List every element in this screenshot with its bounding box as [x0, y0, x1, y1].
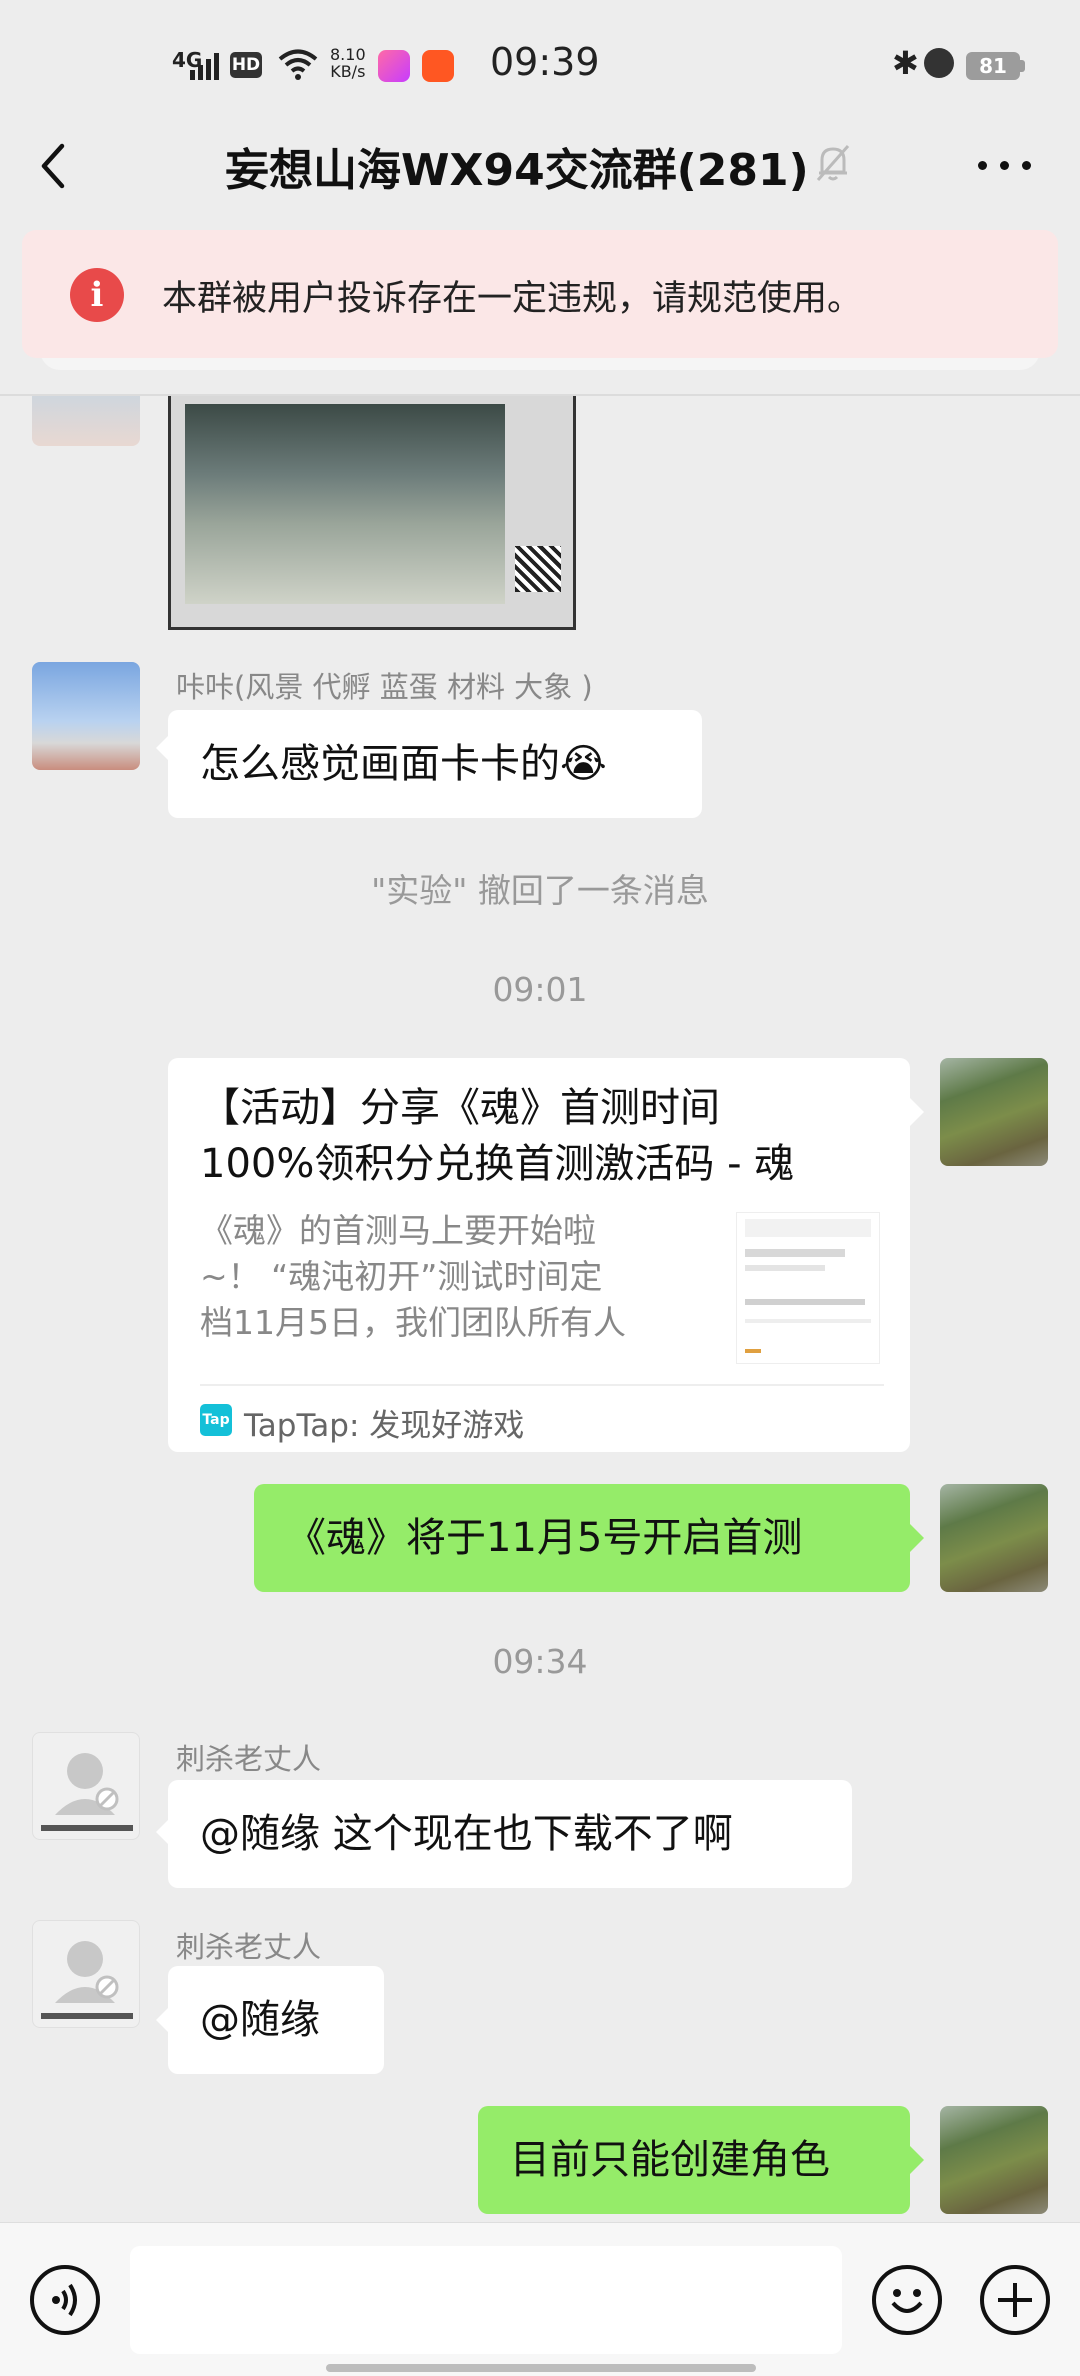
avatar[interactable]	[32, 1920, 140, 2028]
message-bubble[interactable]: @随缘	[168, 1966, 384, 2074]
sender-name: 咔咔(风景 代孵 蓝蛋 材料 大象 )	[176, 670, 593, 704]
battery-tip	[1020, 60, 1025, 72]
home-indicator[interactable]	[326, 2364, 756, 2372]
timestamp: 09:01	[492, 970, 588, 1009]
emoji-icon	[891, 2289, 923, 2313]
voice-icon	[52, 2283, 77, 2317]
app-notification-icon	[378, 50, 410, 82]
battery-icon: 81	[966, 52, 1020, 80]
default-avatar-icon	[41, 1941, 133, 2019]
network-speed: 8.10 KB/s	[330, 45, 366, 81]
avatar[interactable]	[940, 2106, 1048, 2214]
message-bubble[interactable]: 目前只能创建角色	[478, 2106, 910, 2214]
message-text: @随缘 这个现在也下载不了啊	[200, 1811, 733, 1857]
hd-badge: HD	[230, 52, 262, 78]
voice-input-button[interactable]	[30, 2265, 100, 2335]
message-text: 《魂》将于11月5号开启首测	[286, 1515, 803, 1561]
bluetooth-icon: ✱	[892, 44, 919, 82]
plus-icon	[998, 2283, 1032, 2317]
status-bar: 4G HD 8.10 KB/s 09:39 ✱ 81	[0, 0, 1080, 130]
qr-code-icon	[515, 546, 561, 592]
bubble-tail	[910, 1098, 924, 1126]
card-thumbnail	[736, 1212, 880, 1364]
default-avatar-icon	[41, 1753, 133, 1831]
status-time: 09:39	[490, 40, 600, 84]
emoji-button[interactable]	[872, 2265, 942, 2335]
image-scene	[185, 404, 505, 604]
bubble-tail	[910, 1524, 924, 1552]
card-description: 《魂》的首测马上要开始啦 ~！ “魂沌初开”测试时间定 档11月5日，我们团队所…	[200, 1211, 626, 1342]
sender-name: 刺杀老丈人	[176, 1742, 322, 1776]
message-bubble[interactable]: 怎么感觉画面卡卡的😭	[168, 710, 702, 818]
alarm-icon	[924, 48, 954, 78]
message-input[interactable]	[130, 2246, 842, 2354]
shared-image[interactable]	[168, 396, 576, 630]
card-title: 【活动】分享《魂》首测时间 100%领积分兑换首测激活码 - 魂	[200, 1085, 795, 1187]
mute-bell-icon	[816, 145, 850, 181]
signal-icon	[190, 53, 219, 80]
back-arrow-icon[interactable]	[30, 138, 90, 194]
message-text: 怎么感觉画面卡卡的😭	[200, 741, 607, 787]
wifi-icon	[278, 49, 318, 80]
card-source: TapTap: 发现好游戏	[244, 1408, 525, 1444]
more-functions-button[interactable]	[980, 2265, 1050, 2335]
message-text: 目前只能创建角色	[510, 2137, 830, 2183]
sender-name: 刺杀老丈人	[176, 1930, 322, 1964]
avatar[interactable]	[940, 1058, 1048, 1166]
app-notification-icon	[422, 50, 454, 82]
taptap-icon: Tap	[200, 1404, 232, 1436]
card-divider	[200, 1384, 884, 1386]
more-options-button[interactable]	[970, 136, 1040, 192]
avatar[interactable]	[32, 662, 140, 770]
message-bubble[interactable]: 《魂》将于11月5号开启首测	[254, 1484, 910, 1592]
bubble-tail	[910, 2146, 924, 2174]
chat-title: 妄想山海WX94交流群(281)	[225, 145, 809, 196]
avatar[interactable]	[940, 1484, 1048, 1592]
message-bubble[interactable]: @随缘 这个现在也下载不了啊	[168, 1780, 852, 1888]
warning-text: 本群被用户投诉存在一定违规，请规范使用。	[162, 279, 863, 319]
info-icon: i	[70, 268, 124, 322]
avatar[interactable]	[32, 396, 140, 446]
recall-notice: "实验" 撤回了一条消息	[371, 871, 709, 910]
timestamp: 09:34	[492, 1642, 588, 1681]
message-text: @随缘	[200, 1997, 320, 2043]
avatar[interactable]	[32, 1732, 140, 1840]
